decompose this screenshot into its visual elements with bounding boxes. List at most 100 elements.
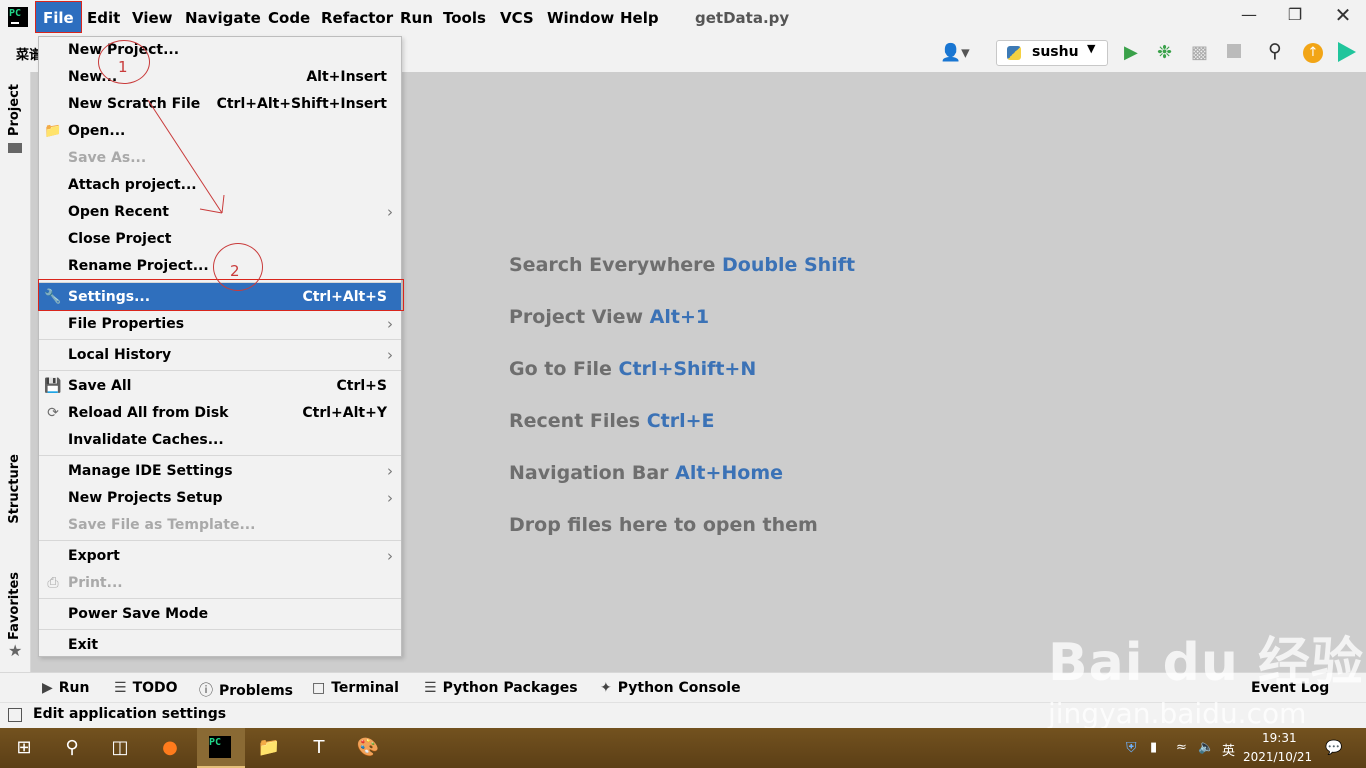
layout-icon[interactable] — [8, 708, 22, 722]
save-icon: 💾 — [44, 378, 62, 394]
hint-search-everywhere: Search Everywhere Double Shift — [509, 254, 856, 276]
terminal-icon: □ — [312, 680, 326, 696]
menu-item-export[interactable]: Export › — [39, 543, 401, 570]
baidu-watermark-url: jingyan.baidu.com — [1048, 697, 1307, 730]
debug-icon[interactable]: ❉ — [1157, 42, 1172, 63]
tab-python-packages[interactable]: ☰ Python Packages — [424, 680, 578, 696]
menu-separator — [39, 455, 401, 456]
menu-item-new-projects-setup[interactable]: New Projects Setup › — [39, 485, 401, 512]
hint-drop-files: Drop files here to open them — [509, 514, 818, 536]
menu-refactor[interactable]: Refactor — [316, 0, 398, 36]
hint-navigation-bar: Navigation Bar Alt+Home — [509, 462, 783, 484]
hint-recent-files: Recent Files Ctrl+E — [509, 410, 715, 432]
pycharm-icon: PC — [209, 736, 231, 758]
folder-icon — [8, 143, 22, 153]
menu-separator — [39, 598, 401, 599]
warning-icon: ⓘ — [199, 683, 213, 699]
annotation-label-2: 2 — [230, 262, 240, 280]
user-icon[interactable]: 👤▾ — [940, 43, 970, 63]
tab-python-console[interactable]: ✦ Python Console — [600, 680, 741, 696]
window-title: getData.py — [695, 9, 790, 27]
menu-item-local-history[interactable]: Local History › — [39, 342, 401, 369]
search-icon[interactable]: ⚲ — [1268, 40, 1282, 62]
search-icon[interactable]: ⚲ — [58, 734, 86, 762]
chevron-right-icon: › — [387, 547, 393, 565]
menu-separator — [39, 629, 401, 630]
menu-navigate[interactable]: Navigate — [180, 0, 266, 36]
menu-item-file-properties[interactable]: File Properties › — [39, 311, 401, 338]
menu-item-exit[interactable]: Exit — [39, 632, 401, 659]
restore-button[interactable]: ❐ — [1272, 0, 1318, 32]
menu-separator — [39, 370, 401, 371]
defender-icon[interactable]: ⛨ — [1126, 740, 1137, 756]
notification-icon[interactable]: 💬 — [1325, 740, 1342, 756]
menu-item-save-all[interactable]: 💾 Save All Ctrl+S — [39, 373, 401, 400]
run-config-select[interactable]: sushu ▼ — [996, 40, 1108, 66]
task-view-icon[interactable]: ◫ — [106, 734, 134, 762]
tab-terminal[interactable]: □ Terminal — [312, 680, 399, 696]
clock-date[interactable]: 2021/10/21 — [1243, 750, 1312, 764]
python-icon — [1007, 46, 1021, 60]
chevron-right-icon: › — [387, 346, 393, 364]
menu-vcs[interactable]: VCS — [495, 0, 539, 36]
star-icon: ★ — [8, 641, 23, 660]
stop-icon[interactable] — [1227, 44, 1241, 58]
windows-start-icon[interactable]: ⊞ — [10, 734, 38, 762]
close-button[interactable]: ✕ — [1320, 0, 1366, 32]
menu-item-print: ⎙ Print... — [39, 570, 401, 597]
tab-run[interactable]: ▶ Run — [42, 680, 90, 696]
ime-indicator[interactable]: 英 — [1222, 740, 1235, 759]
tab-favorites[interactable]: Favorites — [7, 572, 22, 640]
menu-separator — [39, 339, 401, 340]
hint-project-view: Project View Alt+1 — [509, 306, 710, 328]
hint-go-to-file: Go to File Ctrl+Shift+N — [509, 358, 757, 380]
chevron-right-icon: › — [387, 203, 393, 221]
menu-run[interactable]: Run — [395, 0, 438, 36]
python-console-icon: ✦ — [600, 680, 612, 696]
pycharm-taskbar-button[interactable]: PC — [197, 728, 245, 768]
run-icon[interactable]: ▶ — [1124, 42, 1138, 63]
tab-project[interactable]: Project — [7, 84, 22, 136]
baidu-watermark-logo: Bai du 经验 — [1048, 633, 1364, 693]
menu-code[interactable]: Code — [263, 0, 315, 36]
menu-separator — [39, 540, 401, 541]
layers-icon: ☰ — [424, 680, 437, 696]
volume-icon[interactable]: 🔈 — [1198, 740, 1214, 755]
menu-view[interactable]: View — [127, 0, 178, 36]
menu-item-invalidate-caches[interactable]: Invalidate Caches... — [39, 427, 401, 454]
menu-file[interactable]: File — [35, 1, 82, 33]
menu-item-new[interactable]: New... Alt+Insert — [39, 64, 401, 91]
folder-open-icon: 📁 — [44, 123, 62, 139]
list-icon: ☰ — [114, 680, 127, 696]
menu-edit[interactable]: Edit — [82, 0, 125, 36]
file-explorer-icon[interactable]: 📁 — [255, 734, 283, 762]
menu-window[interactable]: Window — [542, 0, 619, 36]
coverage-icon[interactable]: ▩ — [1191, 42, 1208, 63]
minimize-button[interactable]: — — [1226, 0, 1272, 32]
clock-time[interactable]: 19:31 — [1262, 731, 1297, 745]
tab-todo[interactable]: ☰ TODO — [114, 680, 178, 696]
chevron-right-icon: › — [387, 315, 393, 333]
code-with-me-icon[interactable] — [1338, 42, 1356, 62]
paint-icon[interactable]: 🎨 — [354, 734, 382, 762]
play-icon: ▶ — [42, 680, 53, 696]
annotation-label-1: 1 — [118, 58, 128, 76]
reload-icon: ⟳ — [47, 405, 59, 421]
firefox-icon[interactable]: ● — [156, 734, 184, 762]
menu-tools[interactable]: Tools — [438, 0, 491, 36]
chevron-down-icon: ▼ — [1087, 42, 1096, 55]
battery-icon[interactable]: ▮ — [1150, 740, 1157, 755]
update-icon[interactable]: ↑ — [1303, 43, 1323, 63]
menu-help[interactable]: Help — [615, 0, 664, 36]
menu-item-new-project[interactable]: New Project... — [39, 37, 401, 64]
menu-item-save-file-as-template: Save File as Template... — [68, 517, 256, 533]
wifi-icon[interactable]: ≈ — [1176, 740, 1187, 755]
typora-icon[interactable]: T — [305, 734, 333, 762]
menu-item-manage-ide-settings[interactable]: Manage IDE Settings › — [39, 458, 401, 485]
menu-item-power-save-mode[interactable]: Power Save Mode — [39, 601, 401, 628]
menu-item-reload-all[interactable]: ⟳ Reload All from Disk Ctrl+Alt+Y — [39, 400, 401, 427]
tab-structure[interactable]: Structure — [7, 454, 22, 524]
pycharm-logo-icon: PC — [8, 7, 28, 27]
annotation-arrow — [147, 99, 225, 214]
tab-problems[interactable]: ⓘ Problems — [199, 680, 293, 700]
